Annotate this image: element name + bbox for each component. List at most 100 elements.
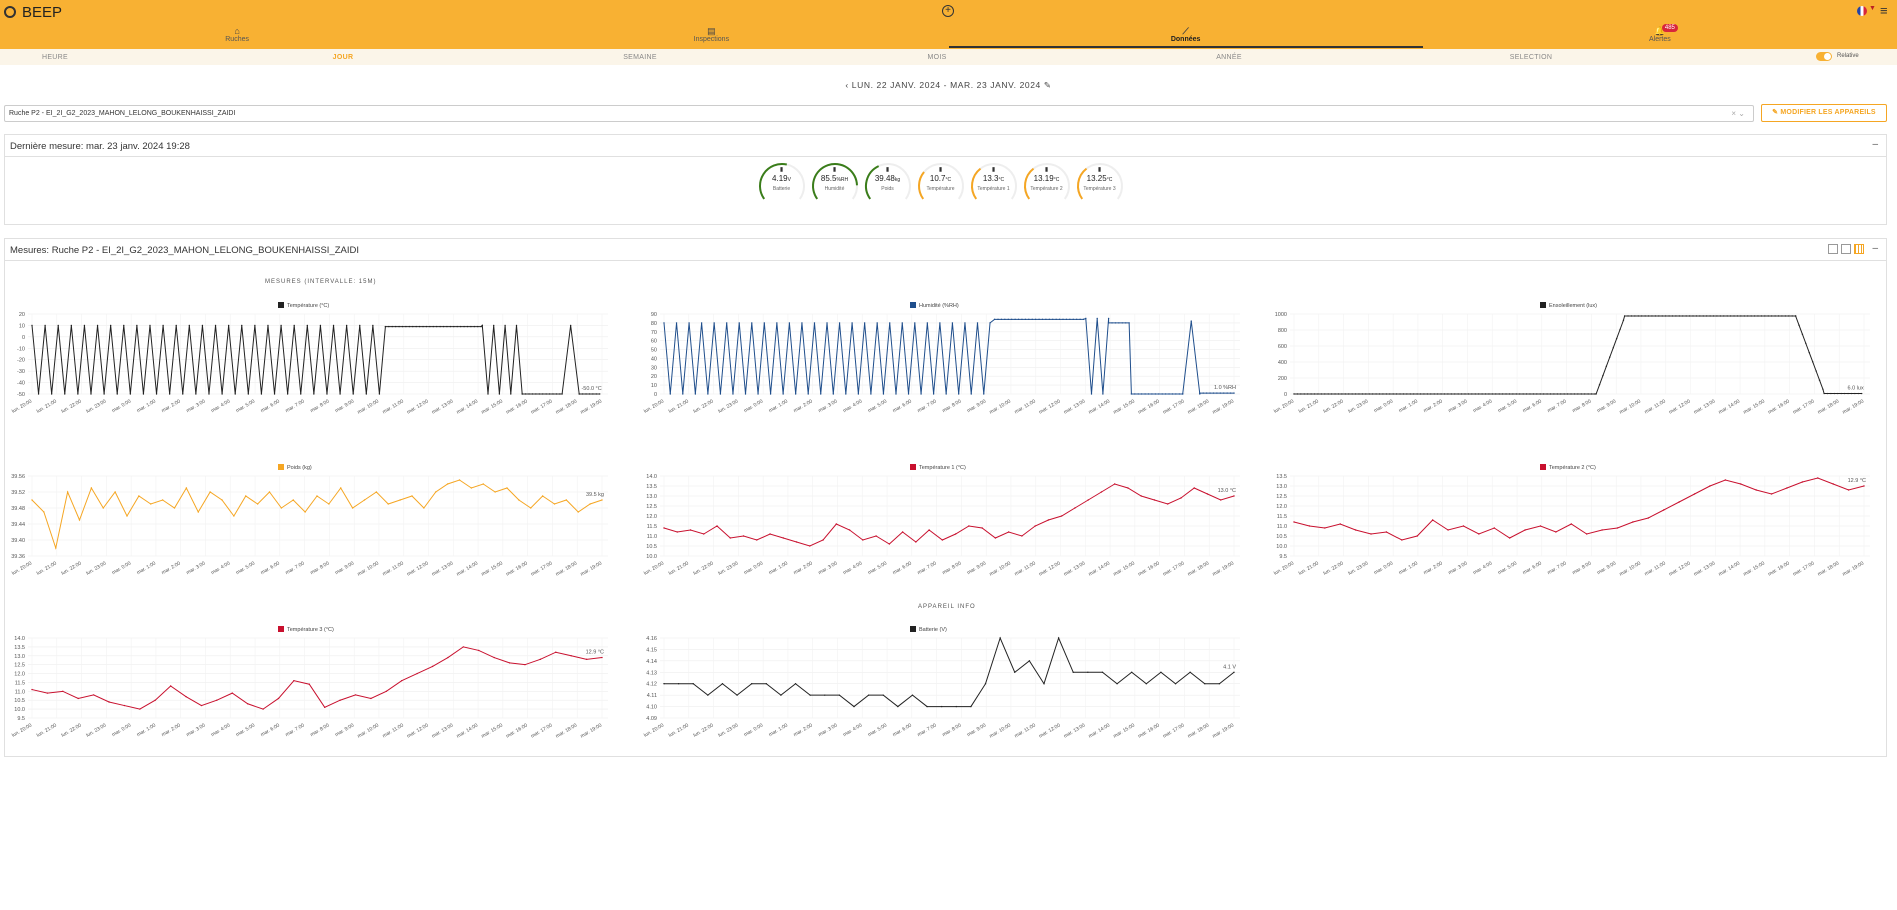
- data-point: [1843, 392, 1846, 395]
- x-tick-label: lun. 22:00: [693, 722, 715, 738]
- data-point: [524, 393, 527, 395]
- last-measure-title: Dernière mesure: mar. 23 janv. 2024 19:2…: [10, 141, 190, 152]
- chart-legend[interactable]: Température 2 (°C): [1540, 464, 1596, 471]
- data-point: [1113, 483, 1116, 485]
- chart-legend[interactable]: Température (°C): [278, 302, 329, 309]
- data-point: [332, 324, 335, 327]
- x-tick-label: mar. 6:00: [892, 398, 913, 414]
- data-point: [689, 529, 692, 531]
- data-point: [313, 393, 315, 395]
- data-point: [835, 523, 838, 525]
- period-semaine[interactable]: SEMAINE: [490, 54, 790, 61]
- tab-ruches[interactable]: ⌂ Ruches: [0, 24, 474, 48]
- data-point: [260, 393, 263, 395]
- gauge-label: Température 2: [1030, 186, 1063, 192]
- data-point: [473, 325, 476, 328]
- data-point: [200, 704, 203, 707]
- clear-select-icon[interactable]: × ⌄: [1731, 109, 1745, 118]
- date-range[interactable]: LUN. 22 JANV. 2024 - MAR. 23 JANV. 2024: [852, 80, 1041, 90]
- data-point: [1747, 315, 1749, 317]
- data-point: [1850, 392, 1853, 395]
- chart-legend[interactable]: Batterie (V): [910, 626, 947, 633]
- data-point: [1863, 485, 1865, 487]
- previous-date-icon[interactable]: ‹: [845, 80, 848, 90]
- x-tick-label: mar. 3:00: [185, 398, 206, 414]
- data-point: [1413, 393, 1415, 395]
- data-point: [1125, 322, 1127, 324]
- period-heure[interactable]: HEURE: [0, 54, 205, 61]
- y-tick-label: 39.44: [11, 522, 25, 528]
- period-selection[interactable]: SELECTION: [1381, 54, 1681, 61]
- gauge-value: 39.48: [874, 174, 895, 183]
- data-point: [926, 322, 929, 324]
- app-logo[interactable]: BEEP: [4, 4, 62, 21]
- data-point: [168, 393, 171, 395]
- data-point: [1632, 521, 1634, 523]
- data-point: [262, 708, 264, 710]
- grid-view-icon[interactable]: [1841, 244, 1851, 254]
- data-point: [1147, 393, 1150, 395]
- relative-toggle[interactable]: [1816, 52, 1832, 61]
- data-point: [385, 690, 388, 693]
- data-point: [862, 539, 864, 541]
- add-icon[interactable]: +: [942, 5, 954, 17]
- data-point: [1344, 393, 1346, 395]
- tab-donn-es[interactable]: ⟋ Données: [948, 24, 1423, 48]
- data-point: [970, 705, 972, 708]
- data-point: [1034, 318, 1037, 321]
- data-point: [175, 324, 177, 327]
- data-point: [1605, 365, 1608, 368]
- hamburger-menu-icon[interactable]: ≡: [1880, 3, 1888, 18]
- data-point: [1498, 393, 1500, 395]
- hive-select[interactable]: Ruche P2 - EI_2I_G2_2023_MAHON_LELONG_BO…: [4, 105, 1754, 122]
- period-jour[interactable]: JOUR: [193, 54, 493, 61]
- legend-label: Batterie (V): [919, 627, 947, 633]
- data-point: [838, 694, 841, 696]
- chart-legend[interactable]: Humidité (%RH): [910, 302, 959, 309]
- data-point: [1168, 393, 1170, 395]
- x-tick-label: mar. 13:00: [1063, 560, 1087, 577]
- x-tick-label: mar. 7:00: [285, 560, 306, 576]
- list-view-icon[interactable]: [1828, 244, 1838, 254]
- tab-alertes[interactable]: 🔔 Alertes 485: [1423, 24, 1897, 48]
- chart-legend[interactable]: Température 1 (°C): [910, 464, 966, 471]
- data-point: [1296, 393, 1299, 395]
- chart-legend[interactable]: Ensoleillement (lux): [1540, 302, 1597, 309]
- tab-inspections[interactable]: ▤ Inspections: [474, 24, 948, 48]
- chart-legend[interactable]: Température 3 (°C): [278, 626, 334, 633]
- x-tick-label: mar. 1:00: [136, 560, 157, 576]
- modify-devices-button[interactable]: ✎ MODIFIER LES APPAREILS: [1761, 104, 1887, 122]
- data-point: [1791, 315, 1793, 317]
- collapse-icon[interactable]: –: [1872, 139, 1878, 150]
- data-point: [744, 393, 747, 395]
- data-point: [1833, 392, 1836, 395]
- y-tick-label: 70: [651, 330, 657, 336]
- data-point: [1007, 531, 1010, 533]
- x-tick-label: lun. 22:00: [61, 398, 83, 414]
- x-tick-label: lun. 22:00: [61, 722, 83, 738]
- x-tick-label: mar. 7:00: [917, 722, 938, 738]
- gauge-label: Température: [926, 186, 955, 192]
- language-caret-icon[interactable]: ▼: [1869, 5, 1876, 12]
- compact-grid-view-icon[interactable]: [1854, 244, 1864, 254]
- data-point: [185, 487, 188, 489]
- data-point: [1034, 525, 1036, 527]
- data-point: [703, 533, 705, 535]
- period-ann-e[interactable]: ANNÉE: [1079, 54, 1379, 61]
- x-tick-label: mar. 16:00: [1767, 398, 1791, 415]
- y-tick-label: 400: [1278, 360, 1287, 366]
- data-point: [308, 683, 310, 685]
- data-point: [1525, 393, 1528, 395]
- data-point: [794, 393, 797, 395]
- modify-devices-label: MODIFIER LES APPAREILS: [1780, 109, 1876, 116]
- collapse-icon[interactable]: –: [1872, 243, 1878, 254]
- edit-pencil-icon[interactable]: ✎: [1044, 80, 1052, 90]
- period-mois[interactable]: MOIS: [787, 54, 1087, 61]
- chart-legend[interactable]: Poids (kg): [278, 464, 312, 471]
- x-tick-label: lun. 21:00: [36, 560, 58, 576]
- data-point: [807, 393, 809, 395]
- french-flag-icon[interactable]: [1857, 6, 1867, 16]
- data-point: [401, 679, 403, 682]
- data-point: [1491, 393, 1494, 395]
- x-tick-label: mar. 14:00: [1718, 560, 1742, 577]
